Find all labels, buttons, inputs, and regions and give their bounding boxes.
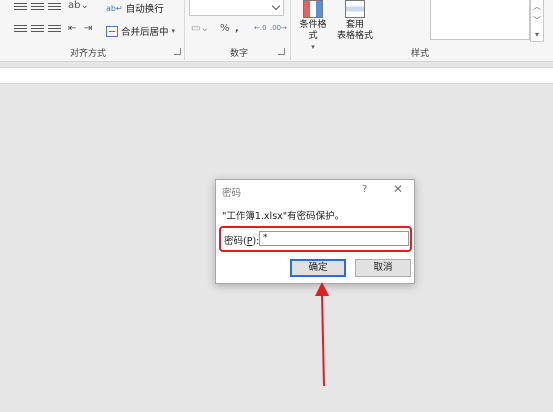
align-bottom-button[interactable]: [48, 3, 61, 13]
arrow-shaft: [321, 293, 325, 387]
align-center-button[interactable]: [31, 25, 44, 35]
chevron-down-icon[interactable]: ﹀: [531, 14, 543, 28]
chevron-down-icon[interactable]: ▾: [172, 27, 176, 35]
decrease-decimal-icon[interactable]: .00→: [270, 24, 287, 32]
chevron-down-icon: [271, 1, 281, 11]
format-as-table-icon: [345, 0, 365, 18]
group-divider: [184, 0, 185, 60]
group-divider: [290, 0, 291, 60]
conditional-format-label: 条件格式: [299, 20, 327, 41]
password-label-prefix: 密码(: [224, 236, 247, 247]
currency-format-icon[interactable]: ▭⌄: [191, 23, 209, 34]
styles-group-label: 样式: [411, 49, 430, 59]
password-label: 密码(P):: [224, 233, 259, 247]
conditional-format-icon: [303, 0, 323, 18]
password-row-highlight: 密码(P): *: [219, 226, 412, 252]
conditional-format-button[interactable]: 条件格式 ▾: [296, 0, 330, 53]
merge-center-icon: [106, 25, 118, 37]
align-middle-button[interactable]: [31, 3, 44, 13]
dialog-title: 密码: [222, 188, 242, 199]
comma-style-button[interactable]: ,: [235, 23, 239, 34]
wrap-text-label: 自动换行: [125, 4, 164, 15]
formula-bar[interactable]: [0, 67, 553, 84]
password-dialog: 密码 ? ✕ "工作簿1.xlsx"有密码保护。 密码(P): * 确定 取消: [215, 179, 415, 284]
wrap-text-icon: ab↵: [106, 3, 123, 13]
ribbon: ab⌄ ⇤ ⇥ ab↵ 自动换行 合并后居中 ▾ 对齐方式 ▭⌄ % , ←.0…: [0, 0, 553, 62]
number-format-select[interactable]: [189, 0, 284, 16]
align-left-button[interactable]: [14, 25, 27, 35]
align-top-button[interactable]: [14, 3, 27, 13]
annotation-arrow: [315, 282, 329, 387]
format-as-table-label-2: 表格格式: [336, 31, 373, 41]
decrease-indent-icon[interactable]: ⇤: [68, 23, 76, 34]
alignment-group-label: 对齐方式: [70, 49, 107, 59]
format-as-table-button[interactable]: 套用 表格格式: [334, 0, 376, 42]
merge-center-button[interactable]: 合并后居中 ▾: [106, 24, 175, 38]
increase-decimal-icon[interactable]: ←.0: [254, 24, 267, 32]
wrap-text-button[interactable]: ab↵ 自动换行: [106, 1, 164, 16]
alignment-dialog-launcher[interactable]: [174, 48, 181, 55]
increase-indent-icon[interactable]: ⇥: [84, 23, 92, 34]
merge-center-label: 合并后居中: [121, 27, 169, 38]
chevron-down-icon: ▾: [311, 43, 315, 51]
format-as-table-label-1: 套用: [345, 20, 364, 30]
number-dialog-launcher[interactable]: [278, 48, 285, 55]
close-button[interactable]: ✕: [393, 182, 403, 196]
help-button[interactable]: ?: [362, 184, 367, 195]
cancel-button[interactable]: 取消: [355, 259, 411, 277]
arrow-head: [315, 282, 329, 296]
chevron-up-icon[interactable]: ︿: [531, 0, 543, 14]
dialog-message: "工作簿1.xlsx"有密码保护。: [222, 211, 345, 222]
cell-styles-gallery[interactable]: [430, 0, 530, 40]
orientation-icon[interactable]: ab⌄: [68, 0, 89, 11]
ok-button[interactable]: 确定: [290, 259, 346, 277]
gallery-scroll[interactable]: ︿ ﹀ ▾: [530, 0, 544, 42]
password-input[interactable]: *: [259, 231, 409, 246]
percent-button[interactable]: %: [220, 23, 230, 34]
align-right-button[interactable]: [48, 25, 61, 35]
number-group-label: 数字: [230, 49, 249, 59]
expand-gallery-icon[interactable]: ▾: [531, 28, 543, 42]
